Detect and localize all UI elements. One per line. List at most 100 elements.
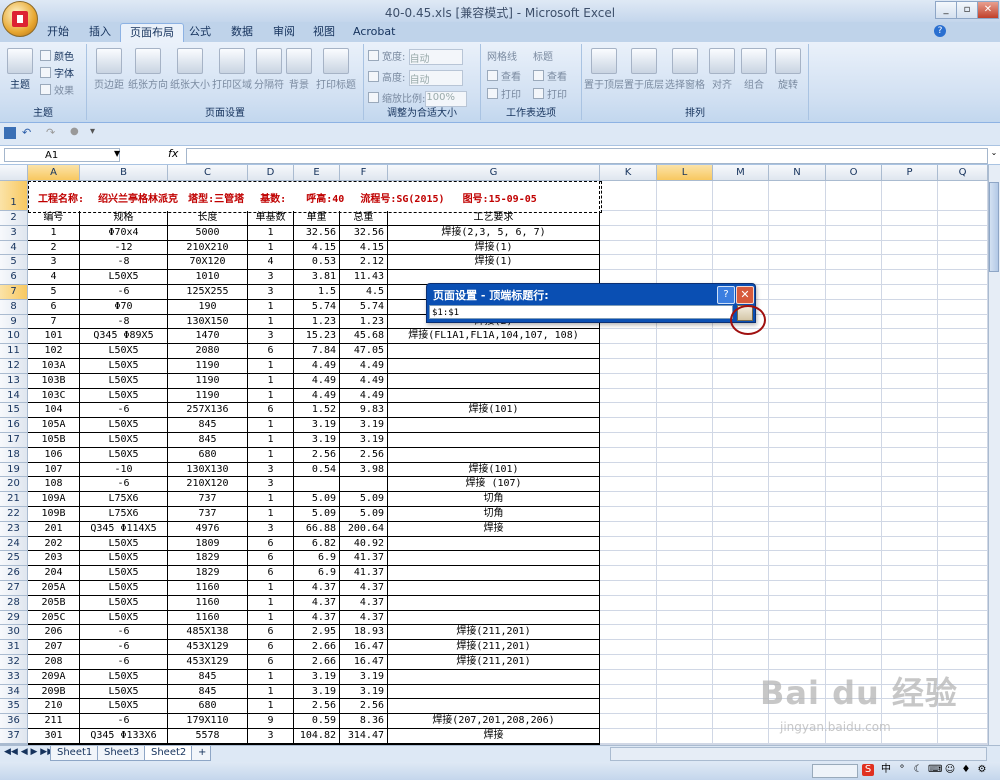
print-titles-rows-input[interactable]: $1:$1 <box>429 305 733 319</box>
empty-cell[interactable] <box>882 418 938 433</box>
table-cell[interactable]: 1160 <box>168 595 248 611</box>
empty-cell[interactable] <box>882 477 938 493</box>
table-cell[interactable]: 190 <box>168 299 248 315</box>
empty-cell[interactable] <box>882 610 938 626</box>
table-cell[interactable]: 1.23 <box>340 314 388 330</box>
table-cell[interactable]: 3.19 <box>294 684 340 700</box>
name-box-dropdown-icon[interactable]: ▼ <box>114 149 120 158</box>
table-cell[interactable]: 3.19 <box>340 418 388 433</box>
table-cell[interactable]: 107 <box>28 462 80 478</box>
table-cell[interactable]: 104.82 <box>294 729 340 744</box>
table-cell[interactable]: 109A <box>28 492 80 507</box>
ime-logo-icon[interactable]: S <box>862 764 874 776</box>
empty-cell[interactable] <box>938 285 988 300</box>
empty-cell[interactable] <box>600 566 657 581</box>
empty-cell[interactable] <box>600 610 657 626</box>
column-header-d[interactable]: D <box>248 165 294 181</box>
table-cell[interactable]: 4.49 <box>294 359 340 374</box>
table-cell[interactable]: 680 <box>168 447 248 463</box>
table-header-cell[interactable]: 单重 <box>294 211 340 226</box>
table-cell[interactable] <box>388 344 600 359</box>
table-cell[interactable]: 202 <box>28 536 80 552</box>
empty-cell[interactable] <box>769 507 826 522</box>
row-header[interactable]: 18 <box>0 447 28 463</box>
empty-cell[interactable] <box>600 462 657 478</box>
empty-cell[interactable] <box>713 433 769 448</box>
row-header[interactable]: 14 <box>0 388 28 404</box>
empty-cell[interactable] <box>713 610 769 626</box>
send-back-button[interactable]: 置于底层 <box>624 48 664 91</box>
empty-cell[interactable] <box>600 403 657 419</box>
table-cell[interactable]: -8 <box>80 255 168 271</box>
empty-cell[interactable] <box>600 669 657 685</box>
table-cell[interactable]: -12 <box>80 240 168 256</box>
empty-cell[interactable] <box>600 418 657 433</box>
table-cell[interactable]: 453X129 <box>168 655 248 670</box>
table-cell[interactable]: 47.05 <box>340 344 388 359</box>
empty-cell[interactable] <box>713 255 769 271</box>
table-cell[interactable]: 210X210 <box>168 240 248 256</box>
empty-cell[interactable] <box>657 625 713 641</box>
empty-cell[interactable] <box>938 388 988 404</box>
print-area-button[interactable]: 打印区域 <box>211 48 253 91</box>
table-cell[interactable]: 6 <box>248 655 294 670</box>
empty-cell[interactable] <box>882 359 938 374</box>
table-cell[interactable] <box>388 610 600 626</box>
empty-cell[interactable] <box>938 581 988 596</box>
empty-cell[interactable] <box>826 344 882 359</box>
empty-cell[interactable] <box>600 595 657 611</box>
row-header[interactable]: 34 <box>0 684 28 700</box>
empty-cell[interactable] <box>713 225 769 241</box>
table-cell[interactable]: 3 <box>248 329 294 345</box>
row-header[interactable]: 1 <box>0 181 28 211</box>
empty-cell[interactable] <box>938 181 988 211</box>
empty-cell[interactable] <box>713 403 769 419</box>
row-header[interactable]: 21 <box>0 492 28 507</box>
table-cell[interactable]: -6 <box>80 477 168 493</box>
empty-cell[interactable] <box>769 270 826 285</box>
empty-cell[interactable] <box>769 373 826 389</box>
table-cell[interactable]: 3 <box>248 285 294 300</box>
empty-cell[interactable] <box>769 462 826 478</box>
table-cell[interactable] <box>340 477 388 493</box>
table-cell[interactable]: -6 <box>80 403 168 419</box>
empty-cell[interactable] <box>882 329 938 345</box>
row-header[interactable]: 26 <box>0 566 28 581</box>
empty-cell[interactable] <box>657 329 713 345</box>
table-cell[interactable]: 0.59 <box>294 714 340 729</box>
print-titles-button[interactable]: 打印标题 <box>315 48 357 91</box>
empty-cell[interactable] <box>657 418 713 433</box>
table-cell[interactable]: 5000 <box>168 225 248 241</box>
table-cell[interactable]: 1010 <box>168 270 248 285</box>
empty-cell[interactable] <box>600 477 657 493</box>
column-header-n[interactable]: N <box>769 165 826 181</box>
empty-cell[interactable] <box>657 610 713 626</box>
empty-cell[interactable] <box>938 373 988 389</box>
table-cell[interactable]: 4976 <box>168 521 248 537</box>
table-cell[interactable]: 210X120 <box>168 477 248 493</box>
table-cell[interactable]: 1.52 <box>294 403 340 419</box>
table-cell[interactable]: 845 <box>168 433 248 448</box>
table-cell[interactable] <box>388 595 600 611</box>
row-header[interactable]: 16 <box>0 418 28 433</box>
empty-cell[interactable] <box>938 329 988 345</box>
column-header-e[interactable]: E <box>294 165 340 181</box>
empty-cell[interactable] <box>938 403 988 419</box>
office-button[interactable] <box>2 1 38 37</box>
column-header-m[interactable]: M <box>713 165 769 181</box>
empty-cell[interactable] <box>713 447 769 463</box>
row-header[interactable]: 4 <box>0 240 28 256</box>
camera-icon[interactable]: ● <box>70 126 79 137</box>
table-cell[interactable]: 3 <box>248 462 294 478</box>
table-cell[interactable]: L50X5 <box>80 566 168 581</box>
empty-cell[interactable] <box>826 595 882 611</box>
table-cell[interactable]: 5 <box>28 285 80 300</box>
table-cell[interactable]: 485X138 <box>168 625 248 641</box>
table-cell[interactable]: 焊接(207,201,208,206) <box>388 714 600 729</box>
ime-settings-icon[interactable]: ⚙ <box>976 764 988 776</box>
empty-cell[interactable] <box>769 521 826 537</box>
table-cell[interactable]: L50X5 <box>80 551 168 567</box>
empty-cell[interactable] <box>600 684 657 700</box>
table-cell[interactable]: 1190 <box>168 373 248 389</box>
empty-cell[interactable] <box>600 640 657 655</box>
